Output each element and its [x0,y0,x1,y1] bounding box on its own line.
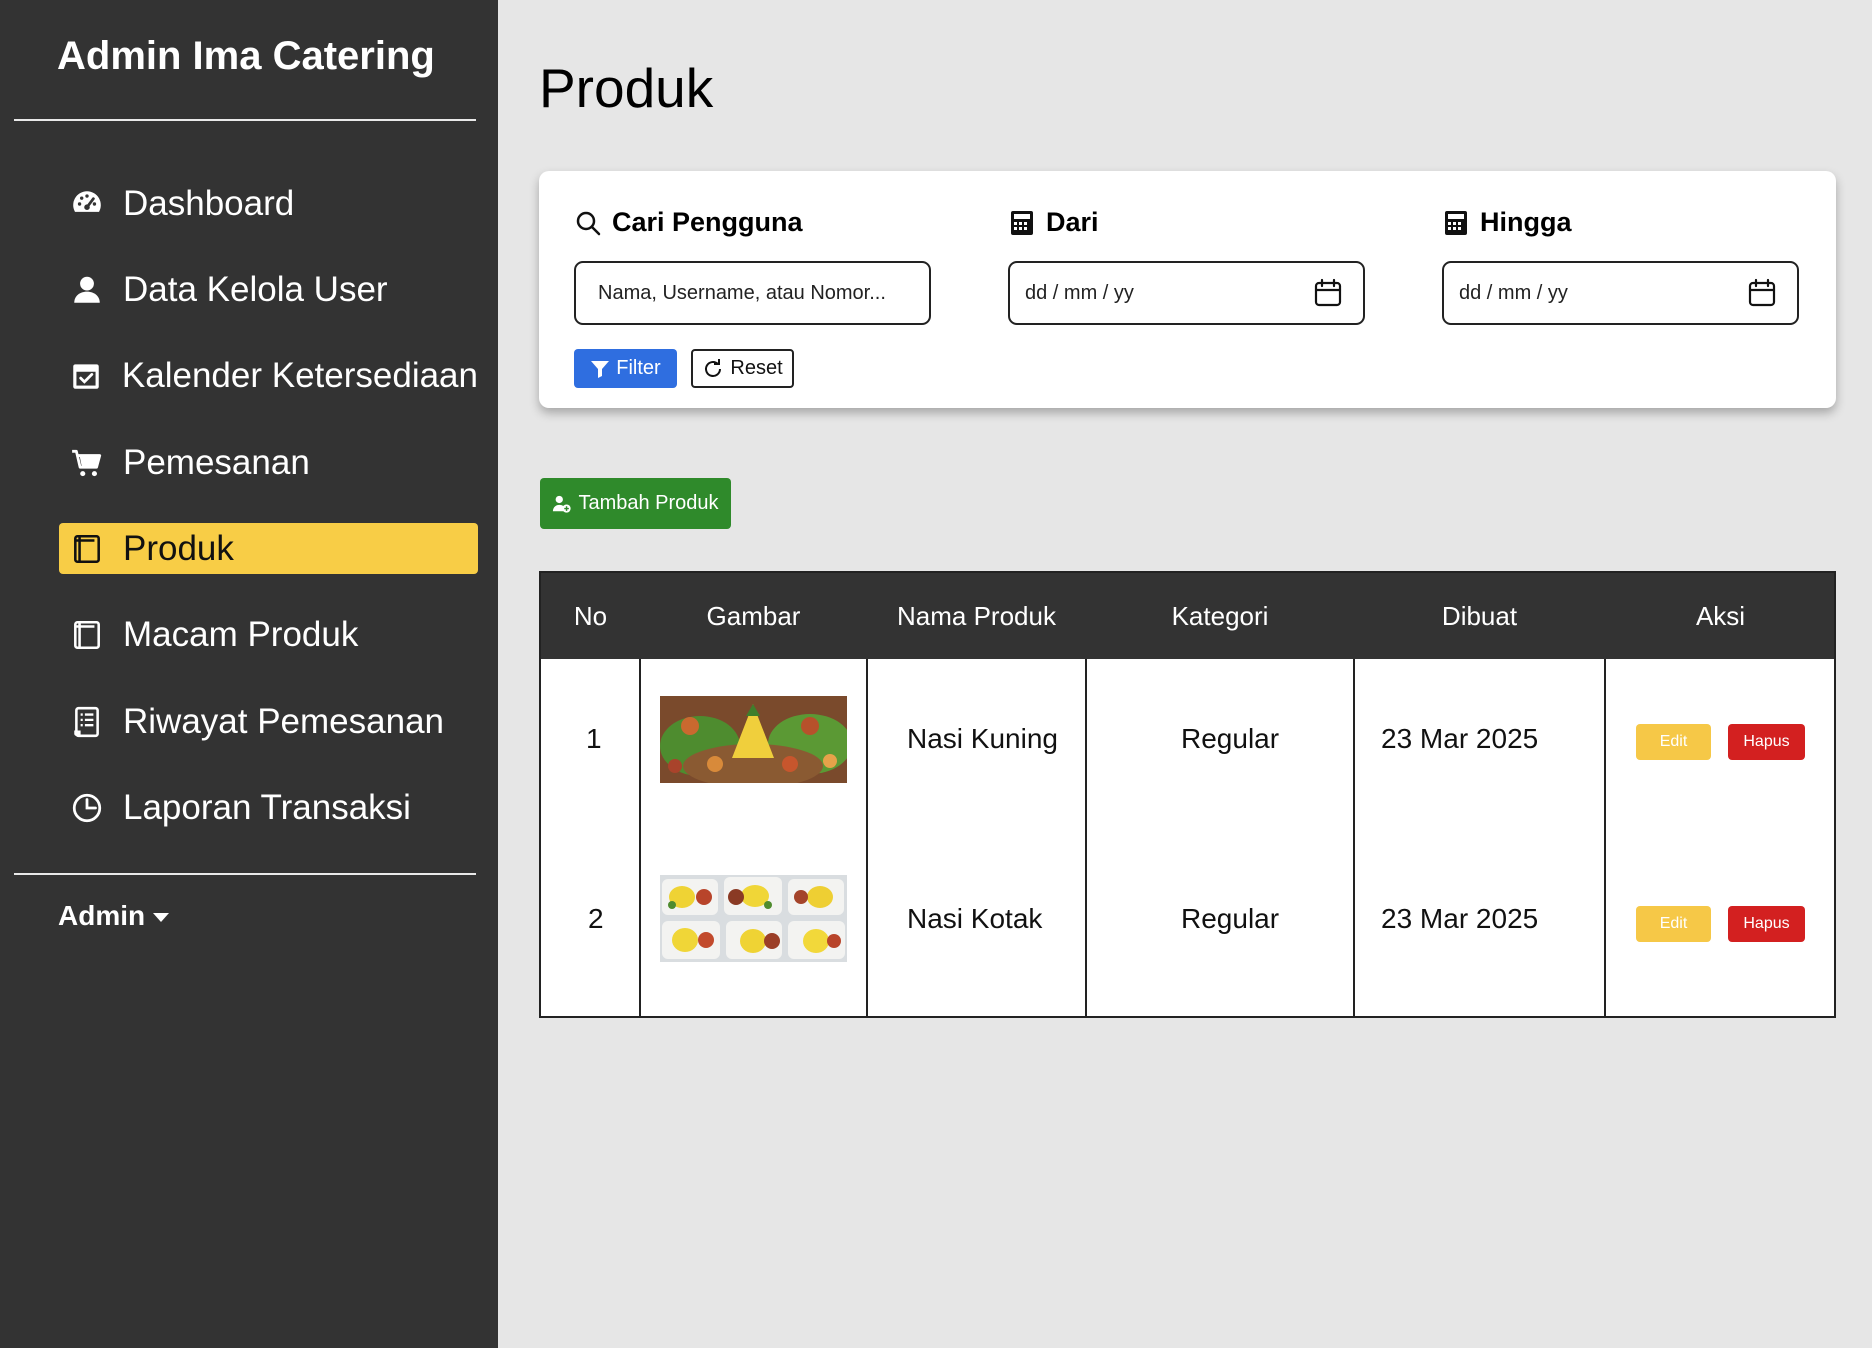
products-table: No Gambar Nama Produk Kategori Dibuat Ak… [539,571,1836,1018]
from-label: Dari [1008,207,1099,238]
sidebar-item-data-kelola-user[interactable]: Data Kelola User [59,264,478,315]
to-label: Hingga [1442,207,1572,238]
sidebar-item-label: Data Kelola User [123,269,388,309]
column-divider [866,659,868,1018]
to-date-value: dd / mm / yy [1459,281,1568,304]
delete-button[interactable]: Hapus [1728,724,1805,760]
sidebar-item-pemesanan[interactable]: Pemesanan [59,437,478,488]
cart-icon [59,437,115,488]
sidebar-item-riwayat-pemesanan[interactable]: Riwayat Pemesanan [59,696,478,747]
filter-button[interactable]: Filter [574,349,677,388]
sidebar-item-laporan-transaksi[interactable]: Laporan Transaksi [59,782,478,833]
search-label-text: Cari Pengguna [612,207,803,237]
cell-kategori: Regular [1181,723,1280,754]
search-icon [576,211,601,235]
caret-down-icon [153,913,170,922]
cell-dibuat: 23 Mar 2025 [1381,903,1539,934]
column-divider [639,659,641,1018]
admin-user-dropdown[interactable]: Admin [58,900,170,932]
table-header: No Gambar Nama Produk Kategori Dibuat Ak… [541,573,1834,659]
column-divider [1085,659,1087,1018]
header-gambar: Gambar [706,600,801,631]
calculator-icon [1445,210,1467,235]
cell-dibuat: 23 Mar 2025 [1381,723,1539,754]
add-product-button[interactable]: Tambah Produk [540,478,731,529]
product-image [660,875,847,962]
add-user-icon [553,495,572,513]
column-divider [1604,659,1606,1018]
tumpeng-photo [660,696,847,783]
header-kategori: Kategori [1171,600,1269,631]
delete-button[interactable]: Hapus [1728,906,1805,942]
search-label: Cari Pengguna [574,207,803,238]
filter-card: Cari Pengguna Dari dd / mm / yy Hingga d… [539,171,1836,408]
edit-button[interactable]: Edit [1636,724,1711,760]
cell-no: 1 [586,723,602,754]
add-product-label: Tambah Produk [578,492,719,514]
from-date-input[interactable]: dd / mm / yy [1008,261,1365,325]
sidebar-item-label: Produk [123,528,234,568]
sidebar-item-dashboard[interactable]: Dashboard [59,178,478,229]
sidebar-item-label: Macam Produk [123,614,359,654]
from-label-text: Dari [1046,207,1099,237]
edit-button[interactable]: Edit [1636,906,1711,942]
product-image [660,696,847,783]
sidebar-item-produk[interactable]: Produk [59,523,478,574]
calendar-icon[interactable] [1747,278,1777,308]
calendar-icon[interactable] [1313,278,1343,308]
from-date-value: dd / mm / yy [1025,281,1134,304]
filter-button-label: Filter [616,357,661,379]
dashboard-gauge-icon [59,178,115,229]
cell-no: 2 [588,903,604,934]
sidebar-divider-top [14,119,476,121]
to-date-input[interactable]: dd / mm / yy [1442,261,1799,325]
cell-kategori: Regular [1181,903,1280,934]
sidebar-divider-bottom [14,873,476,875]
sidebar-item-label: Dashboard [123,183,295,223]
product-box-icon [59,609,115,660]
sidebar-item-macam-produk[interactable]: Macam Produk [59,609,478,660]
column-divider [1353,659,1355,1018]
product-box-icon [59,523,115,574]
clock-report-icon [59,782,115,833]
reset-button-label: Reset [730,357,783,379]
to-label-text: Hingga [1480,207,1572,237]
search-input-wrapper [574,261,931,325]
sidebar-item-label: Riwayat Pemesanan [123,701,444,741]
refresh-icon [705,358,722,377]
user-icon [59,264,115,315]
calculator-icon [1011,210,1033,235]
calendar-check-icon [59,350,114,401]
admin-user-label: Admin [58,900,146,931]
cell-nama-produk: Nasi Kuning [907,723,1058,754]
nasi-kotak-photo [660,875,847,962]
brand-title: Admin Ima Catering [57,34,435,78]
sidebar-item-label: Pemesanan [123,442,310,482]
cell-nama-produk: Nasi Kotak [907,903,1043,934]
search-input[interactable] [576,281,929,305]
receipt-list-icon [59,696,115,747]
header-nama-produk: Nama Produk [897,600,1056,631]
reset-button[interactable]: Reset [691,349,794,388]
sidebar-item-label: Kalender Ketersediaan [121,355,478,395]
header-dibuat: Dibuat [1441,600,1518,631]
header-no: No [573,600,608,631]
funnel-icon [591,360,610,378]
header-aksi: Aksi [1695,600,1746,631]
sidebar-item-kalender-ketersediaan[interactable]: Kalender Ketersediaan [59,350,478,401]
page-title: Produk [539,57,714,119]
sidebar-item-label: Laporan Transaksi [123,787,411,827]
sidebar: Admin Ima Catering Dashboard Data Kelola… [0,0,498,1348]
